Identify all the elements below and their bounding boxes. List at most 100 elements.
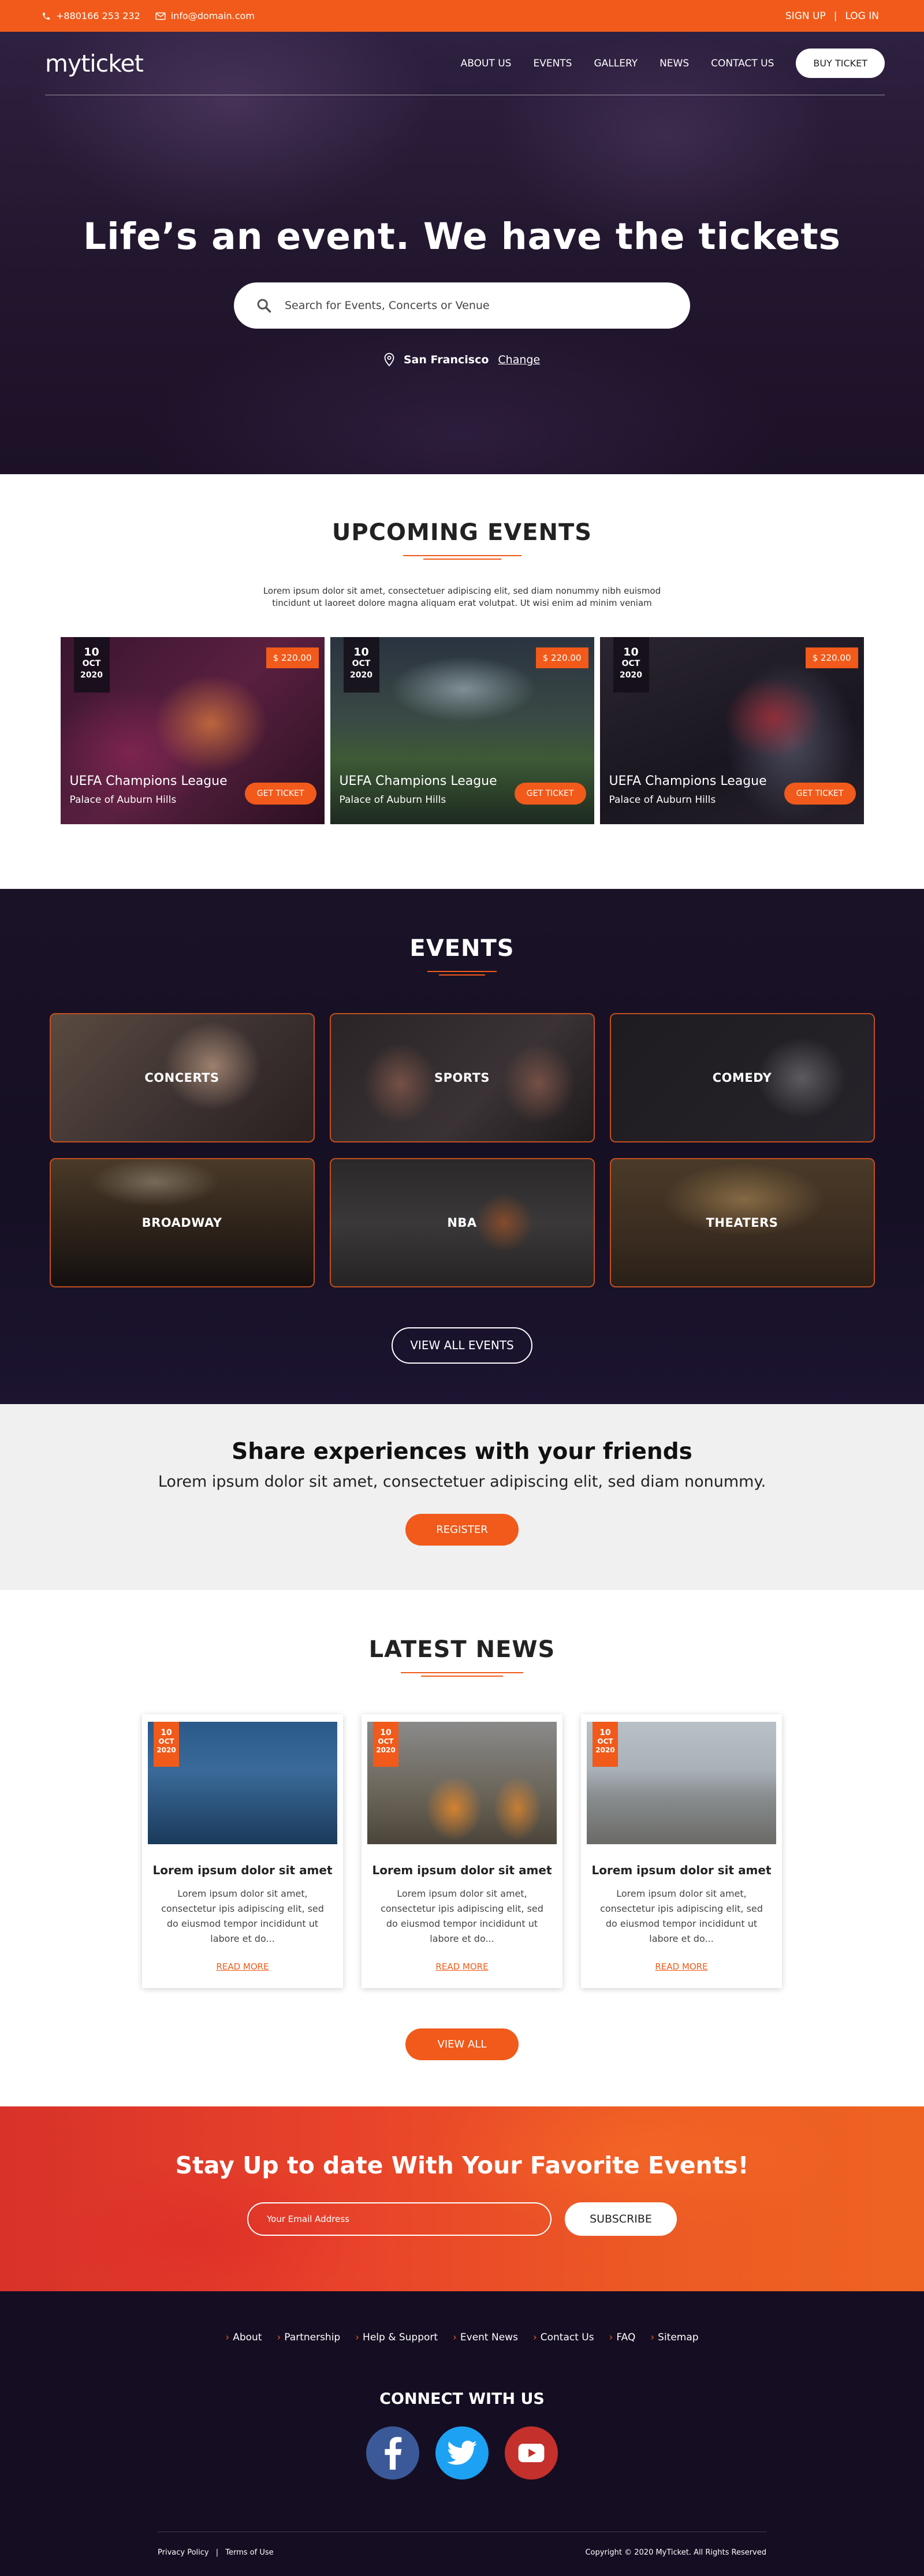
- footer-link-contact[interactable]: › Contact Us: [533, 2332, 594, 2343]
- news-title: Lorem ipsum dolor sit amet: [591, 1863, 772, 1877]
- footer-link-partnership[interactable]: › Partnership: [277, 2332, 340, 2343]
- footer: › About › Partnership › Help & Support › Eve…: [0, 2291, 924, 2576]
- event-card[interactable]: 10 OCT 2020 $ 220.00 UEFA Champions League…: [599, 637, 864, 824]
- youtube-button[interactable]: [505, 2426, 558, 2480]
- share-title: Share experiences with your friends: [232, 1439, 692, 1465]
- subscribe-button[interactable]: SUBSCRIBE: [565, 2202, 677, 2236]
- event-month: OCT: [352, 659, 371, 668]
- facebook-button[interactable]: [366, 2426, 419, 2480]
- footer-link-label: Event News: [460, 2332, 518, 2343]
- news-image: 10 OCT 2020: [367, 1722, 557, 1844]
- footer-link-help[interactable]: › Help & Support: [355, 2332, 438, 2343]
- view-all-events-button[interactable]: VIEW ALL EVENTS: [392, 1327, 532, 1364]
- footer-link-event-news[interactable]: › Event News: [453, 2332, 518, 2343]
- latest-news-section: LATEST NEWS 10 OCT 2020 Lorem ipsum dolor …: [0, 1590, 924, 2060]
- share-text: Lorem ipsum dolor sit amet, consectetuer…: [158, 1473, 766, 1491]
- news-card[interactable]: 10 OCT 2020 Lorem ipsum dolor sit amet Lor…: [581, 1714, 782, 1988]
- event-title: UEFA Champions League: [69, 774, 228, 788]
- event-year: 2020: [350, 671, 372, 680]
- event-venue: Palace of Auburn Hills: [609, 794, 716, 806]
- nav-item-gallery[interactable]: GALLERY: [594, 58, 638, 69]
- register-button[interactable]: REGISTER: [405, 1514, 519, 1546]
- event-price: $ 220.00: [805, 647, 858, 668]
- nav-menu: ABOUT US EVENTS GALLERY NEWS CONTACT US …: [461, 49, 885, 78]
- twitter-button[interactable]: [435, 2426, 489, 2480]
- section-title: UPCOMING EVENTS: [331, 519, 593, 546]
- read-more-link[interactable]: READ MORE: [655, 1961, 707, 1972]
- mail-icon: [155, 12, 166, 20]
- event-card[interactable]: 10 OCT 2020 $ 220.00 UEFA Champions League…: [60, 637, 325, 824]
- get-ticket-button[interactable]: GET TICKET: [514, 783, 586, 805]
- footer-link-sitemap[interactable]: › Sitemap: [650, 2332, 698, 2343]
- privacy-policy-link[interactable]: Privacy Policy: [158, 2548, 209, 2557]
- event-day: 10: [353, 646, 369, 658]
- nav-item-contact[interactable]: CONTACT US: [711, 58, 774, 69]
- news-card[interactable]: 10 OCT 2020 Lorem ipsum dolor sit amet Lor…: [142, 1714, 343, 1988]
- news-title: Lorem ipsum dolor sit amet: [372, 1863, 552, 1877]
- search-input[interactable]: Search for Events, Concerts or Venue: [234, 282, 690, 329]
- facebook-icon: [385, 2437, 402, 2470]
- news-date: 10 OCT 2020: [154, 1722, 179, 1767]
- news-year: 2020: [376, 1746, 396, 1754]
- news-card[interactable]: 10 OCT 2020 Lorem ipsum dolor sit amet Lor…: [362, 1714, 562, 1988]
- news-date: 10 OCT 2020: [373, 1722, 398, 1767]
- footer-link-about[interactable]: › About: [225, 2332, 262, 2343]
- logo[interactable]: myticket: [45, 50, 144, 77]
- news-day: 10: [161, 1728, 172, 1737]
- youtube-icon: [518, 2444, 545, 2462]
- event-price: $ 220.00: [266, 647, 319, 668]
- login-link[interactable]: LOG IN: [845, 10, 879, 22]
- read-more-link[interactable]: READ MORE: [435, 1961, 488, 1972]
- read-more-link[interactable]: READ MORE: [216, 1961, 269, 1972]
- buy-ticket-button[interactable]: BUY TICKET: [796, 49, 885, 78]
- category-theaters[interactable]: THEATERS: [609, 1158, 875, 1287]
- category-comedy[interactable]: COMEDY: [609, 1013, 875, 1142]
- top-bar: +880166 253 232 info@domain.com SIGN UP …: [0, 0, 924, 32]
- city-name: San Francisco: [403, 353, 489, 366]
- nav-item-events[interactable]: EVENTS: [533, 58, 572, 69]
- nav-item-news[interactable]: NEWS: [660, 58, 689, 69]
- view-all-news-button[interactable]: VIEW ALL: [405, 2028, 519, 2060]
- get-ticket-button[interactable]: GET TICKET: [244, 783, 316, 805]
- email-contact[interactable]: info@domain.com: [155, 10, 255, 21]
- event-venue: Palace of Auburn Hills: [69, 794, 177, 806]
- event-day: 10: [84, 646, 99, 658]
- nav-item-about[interactable]: ABOUT US: [461, 58, 512, 69]
- category-sports[interactable]: SPORTS: [329, 1013, 595, 1142]
- upcoming-events-section: UPCOMING EVENTS Lorem ipsum dolor sit am…: [0, 474, 924, 889]
- section-title: EVENTS: [409, 935, 515, 962]
- category-nba[interactable]: NBA: [329, 1158, 595, 1287]
- footer-link-label: FAQ: [616, 2332, 636, 2343]
- change-location-link[interactable]: Change: [498, 353, 540, 366]
- email-input[interactable]: Your Email Address: [247, 2202, 552, 2236]
- chevron-right-icon: ›: [532, 2332, 537, 2343]
- get-ticket-button[interactable]: GET TICKET: [784, 783, 856, 805]
- event-date: 10 OCT 2020: [73, 637, 110, 693]
- title-underline: [427, 971, 497, 976]
- signup-link[interactable]: SIGN UP: [785, 10, 826, 22]
- news-year: 2020: [157, 1746, 176, 1754]
- category-broadway[interactable]: BROADWAY: [49, 1158, 315, 1287]
- event-title: UEFA Champions League: [339, 774, 497, 788]
- category-concerts[interactable]: CONCERTS: [49, 1013, 315, 1142]
- hero-title: Life’s an event. We have the tickets: [83, 215, 841, 258]
- connect-title: CONNECT WITH US: [379, 2390, 545, 2408]
- footer-link-faq[interactable]: › FAQ: [609, 2332, 636, 2343]
- news-date: 10 OCT 2020: [593, 1722, 618, 1767]
- phone-contact[interactable]: +880166 253 232: [42, 10, 140, 21]
- event-year: 2020: [620, 671, 642, 680]
- section-description: Lorem ipsum dolor sit amet, consectetuer…: [263, 586, 661, 608]
- section-title: LATEST NEWS: [368, 1636, 556, 1663]
- event-price: $ 220.00: [535, 647, 588, 668]
- event-title: UEFA Champions League: [609, 774, 767, 788]
- news-image: 10 OCT 2020: [148, 1722, 337, 1844]
- event-card[interactable]: 10 OCT 2020 $ 220.00 UEFA Champions League…: [330, 637, 594, 824]
- news-day: 10: [380, 1728, 392, 1737]
- footer-links: › About › Partnership › Help & Support › Eve…: [0, 2332, 924, 2343]
- event-day: 10: [623, 646, 639, 658]
- hero-section: myticket ABOUT US EVENTS GALLERY NEWS CO…: [0, 32, 924, 474]
- subscribe-title: Stay Up to date With Your Favorite Event…: [175, 2151, 749, 2179]
- terms-link[interactable]: Terms of Use: [225, 2548, 273, 2557]
- event-month: OCT: [621, 659, 640, 668]
- news-month: OCT: [378, 1737, 394, 1745]
